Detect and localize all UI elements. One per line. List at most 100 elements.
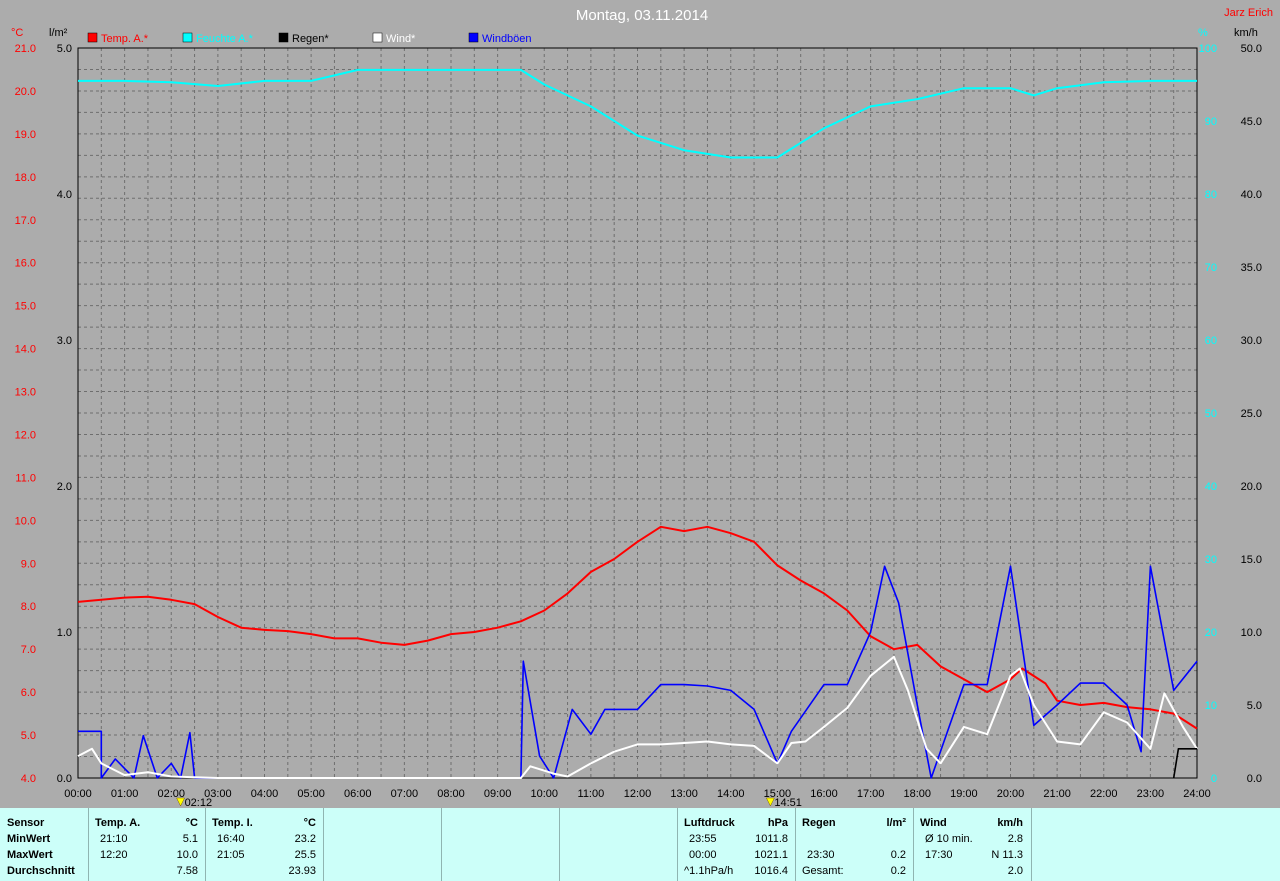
- pressure-avg-value: 1016.4: [754, 865, 788, 877]
- author-label: Jarz Erich: [1224, 7, 1273, 19]
- pressure-header: Luftdruck: [684, 817, 735, 829]
- rain-tick-label: 0.0: [57, 773, 72, 785]
- rain-tick-label: 3.0: [57, 335, 72, 347]
- x-tick-label: 01:00: [111, 788, 139, 800]
- x-tick-label: 07:00: [391, 788, 419, 800]
- chart-title: Montag, 03.11.2014: [576, 7, 708, 24]
- rain-max-value: 0.2: [890, 849, 906, 861]
- wind-avg-value: 2.0: [1007, 865, 1023, 877]
- moon-icon: [176, 797, 185, 807]
- avg-row-label: Durchschnitt: [7, 865, 75, 877]
- temp-a-max-time: 12:20: [100, 849, 128, 861]
- temp-i-max-time: 21:05: [217, 849, 245, 861]
- statistics-panel: Sensor MinWert MaxWert Durchschnitt Temp…: [0, 808, 1280, 881]
- wind-tick-label: 35.0: [1241, 262, 1262, 274]
- temp-a-min-value: 5.1: [182, 833, 198, 845]
- x-tick-label: 09:00: [484, 788, 512, 800]
- x-tick-label: 14:00: [717, 788, 745, 800]
- temp-tick-label: 13.0: [15, 387, 36, 399]
- moon-marker: 02:12: [176, 797, 213, 808]
- wind-tick-label: 50.0: [1241, 43, 1262, 55]
- temp-a-header: Temp. A.: [95, 817, 141, 829]
- legend-item: Regen*: [278, 32, 329, 45]
- pressure-unit: hPa: [767, 817, 788, 829]
- x-tick-label: 21:00: [1043, 788, 1071, 800]
- legend-swatch: [182, 32, 193, 43]
- temp-i-min-time: 16:40: [217, 833, 245, 845]
- wind-tick-label: 45.0: [1241, 116, 1262, 128]
- x-tick-label: 04:00: [251, 788, 279, 800]
- axis-labels: 21.0 20.0 19.0 18.0 17.0 16.0 15.0 14.0 13.0 12.0…: [15, 43, 1262, 800]
- temp-i-max-value: 25.5: [294, 849, 316, 861]
- humidity-tick-label: 40: [1205, 481, 1217, 493]
- legend-label: Regen*: [292, 33, 329, 45]
- rain-unit: l/m²: [886, 817, 906, 829]
- humidity-tick-label: 100: [1199, 43, 1217, 55]
- temp-tick-label: 15.0: [15, 301, 36, 313]
- temp-i-avg-value: 23.93: [288, 865, 316, 877]
- x-tick-label: 20:00: [997, 788, 1025, 800]
- x-tick-label: 08:00: [437, 788, 465, 800]
- temp-tick-label: 21.0: [15, 43, 36, 55]
- sun-icon: [765, 797, 775, 807]
- rain-header: Regen: [802, 817, 836, 829]
- wind-max-time: 17:30: [925, 849, 953, 861]
- temp-tick-label: 8.0: [21, 601, 36, 613]
- legend-item: Temp. A.*: [87, 32, 149, 45]
- rain-axis-unit: l/m²: [49, 27, 68, 39]
- temp-a-max-value: 10.0: [176, 849, 198, 861]
- x-tick-label: 06:00: [344, 788, 372, 800]
- legend-swatch: [278, 32, 289, 43]
- temp-tick-label: 4.0: [21, 773, 36, 785]
- humidity-tick-label: 0: [1211, 773, 1217, 785]
- rain-tick-label: 4.0: [57, 189, 72, 201]
- pressure-min-value: 1011.8: [755, 833, 788, 845]
- rain-total-value: 0.2: [890, 865, 906, 877]
- legend-item: Feuchte A.*: [182, 32, 254, 45]
- temp-tick-label: 16.0: [15, 258, 36, 270]
- temp-a-min-time: 21:10: [100, 833, 128, 845]
- x-tick-label: 18:00: [903, 788, 931, 800]
- temp-tick-label: 6.0: [21, 687, 36, 699]
- temp-tick-label: 9.0: [21, 558, 36, 570]
- wind-tick-label: 25.0: [1241, 408, 1262, 420]
- legend-label: Wind*: [386, 33, 416, 45]
- x-tick-label: 10:00: [530, 788, 558, 800]
- series-line-regen: [1172, 747, 1197, 779]
- humidity-tick-label: 30: [1205, 554, 1217, 566]
- temp-tick-label: 17.0: [15, 215, 36, 227]
- rain-total-label: Gesamt:: [802, 865, 844, 877]
- pressure-trend: ^1.1hPa/h: [684, 865, 734, 877]
- x-tick-label: 05:00: [297, 788, 325, 800]
- temp-tick-label: 20.0: [15, 86, 36, 98]
- temp-tick-label: 5.0: [21, 730, 36, 742]
- humidity-tick-label: 60: [1205, 335, 1217, 347]
- min-row-label: MinWert: [7, 833, 51, 845]
- humidity-tick-label: 50: [1205, 408, 1217, 420]
- wind-header: Wind: [920, 817, 947, 829]
- legend-swatch: [87, 32, 98, 43]
- weather-chart: 21.0 20.0 19.0 18.0 17.0 16.0 15.0 14.0 13.0 12.0…: [11, 7, 1273, 808]
- legend-item: Windböen: [468, 32, 532, 45]
- sun-marker: 14:51: [765, 797, 802, 808]
- humidity-tick-label: 70: [1205, 262, 1217, 274]
- wind-tick-label: 0.0: [1247, 773, 1262, 785]
- x-tick-label: 00:00: [64, 788, 92, 800]
- humidity-tick-label: 90: [1205, 116, 1217, 128]
- marker-time: 14:51: [774, 797, 802, 808]
- legend-label: Temp. A.*: [101, 33, 149, 45]
- rain-tick-label: 2.0: [57, 481, 72, 493]
- marker-time: 02:12: [185, 797, 213, 808]
- wind-tick-label: 40.0: [1241, 189, 1262, 201]
- sensor-header: Sensor: [7, 817, 45, 829]
- wind-unit: km/h: [997, 817, 1023, 829]
- legend-label: Windböen: [482, 33, 532, 45]
- legend-swatch: [468, 32, 479, 43]
- humidity-tick-label: 10: [1205, 700, 1217, 712]
- temp-i-header: Temp. I.: [212, 817, 253, 829]
- x-tick-label: 23:00: [1137, 788, 1165, 800]
- grid: [78, 48, 1197, 778]
- rain-tick-label: 5.0: [57, 43, 72, 55]
- temp-tick-label: 14.0: [15, 344, 36, 356]
- wind-tick-label: 30.0: [1241, 335, 1262, 347]
